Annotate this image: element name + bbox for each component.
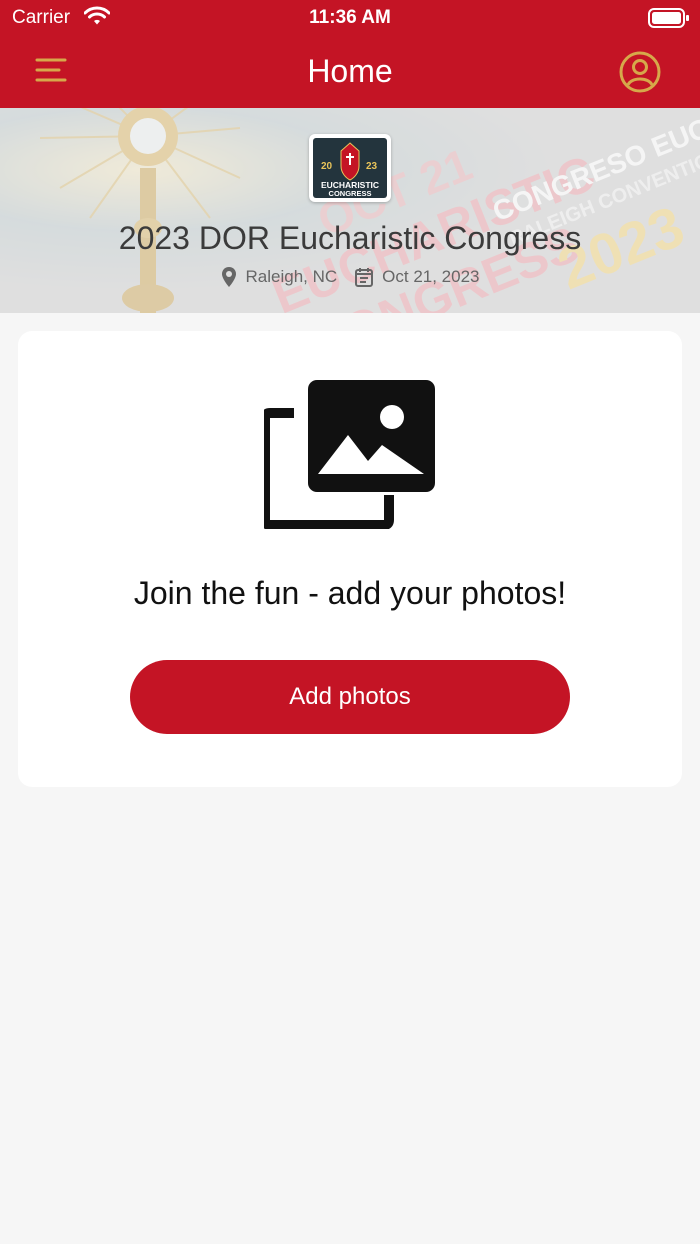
page-title: Home bbox=[307, 53, 393, 89]
eucharistic-congress-logo: 20 23 EUCHARISTIC CONGRESS bbox=[313, 138, 387, 198]
status-bar: Carrier 11:36 AM bbox=[0, 0, 700, 36]
event-logo: 20 23 EUCHARISTIC CONGRESS bbox=[309, 134, 391, 202]
event-date: Oct 21, 2023 bbox=[355, 267, 480, 287]
profile-button[interactable] bbox=[618, 50, 662, 94]
event-meta: Raleigh, NC Oct 21, 2023 bbox=[0, 266, 700, 288]
svg-text:23: 23 bbox=[366, 161, 378, 172]
event-date-label: Oct 21, 2023 bbox=[382, 267, 480, 286]
event-location-label: Raleigh, NC bbox=[245, 267, 338, 286]
svg-text:CONGRESS: CONGRESS bbox=[329, 189, 372, 198]
nav-bar: Home bbox=[0, 36, 700, 108]
add-photos-card: Join the fun - add your photos! Add phot… bbox=[18, 331, 682, 787]
app-header: Carrier 11:36 AM Home bbox=[0, 0, 700, 108]
event-location: Raleigh, NC bbox=[221, 266, 338, 288]
svg-text:20: 20 bbox=[321, 161, 333, 172]
status-time: 11:36 AM bbox=[309, 7, 391, 28]
photo-library-icon bbox=[264, 380, 435, 529]
event-banner: OCT 21 EUCHARISTIC CONGRESS CONGRESO EUC… bbox=[0, 108, 700, 313]
battery-icon bbox=[648, 8, 689, 28]
add-photos-button[interactable]: Add photos bbox=[130, 660, 570, 734]
card-message: Join the fun - add your photos! bbox=[133, 575, 567, 611]
calendar-icon bbox=[355, 268, 374, 287]
location-pin-icon bbox=[221, 267, 236, 287]
user-circle-icon bbox=[619, 51, 661, 93]
event-title: 2023 DOR Eucharistic Congress bbox=[118, 220, 582, 256]
